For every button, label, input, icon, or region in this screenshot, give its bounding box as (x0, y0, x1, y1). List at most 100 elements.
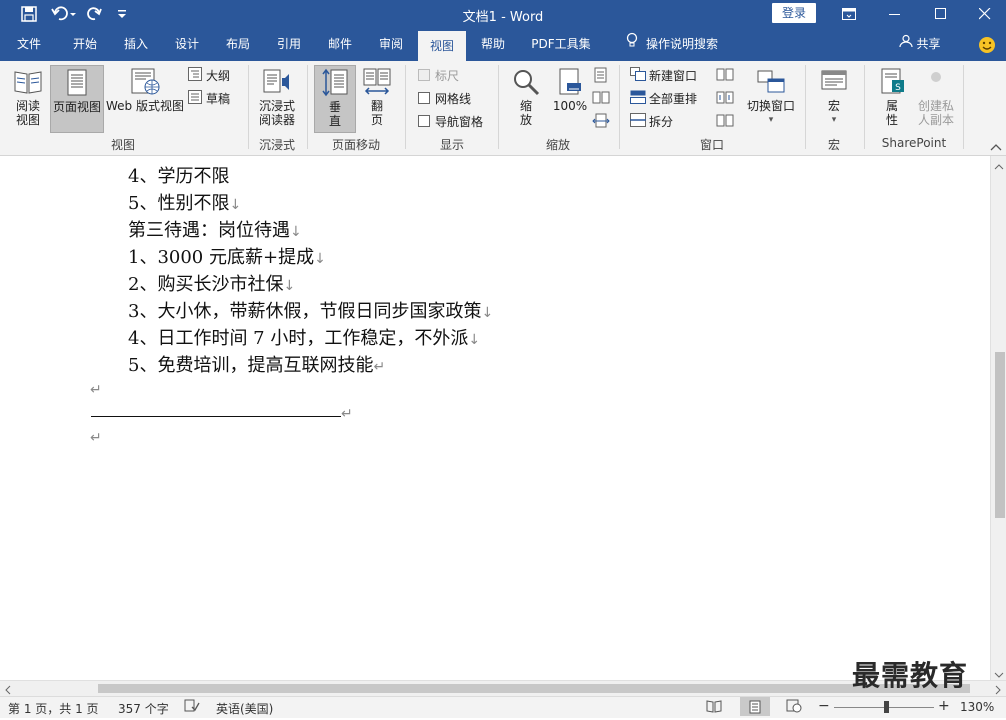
new-window-button[interactable]: 新建窗口 (630, 65, 697, 85)
paragraph-mark: ↵ (90, 430, 102, 446)
tab-mailings[interactable]: 邮件 (317, 28, 363, 61)
reset-window-position-button[interactable] (716, 111, 734, 131)
draft-button[interactable]: 草稿 (188, 88, 230, 108)
group-label-immersive: 沉浸式 (258, 138, 295, 152)
group-label-views: 视图 (110, 138, 135, 152)
vertical-page-movement-button[interactable]: 垂 直 (314, 65, 356, 133)
read-mode-button[interactable]: 阅读 视图 (8, 65, 48, 131)
switch-windows-button[interactable]: 切换窗口 ▾ (744, 65, 798, 131)
vertical-scrollbar[interactable] (990, 156, 1006, 680)
new-window-icon (630, 66, 646, 84)
tab-insert[interactable]: 插入 (113, 28, 159, 61)
view-side-by-side-button[interactable] (716, 65, 734, 85)
collapse-ribbon-icon[interactable] (990, 141, 1002, 155)
outline-button[interactable]: 大纲 (188, 65, 230, 85)
tab-help[interactable]: 帮助 (470, 28, 516, 61)
web-layout-button[interactable]: Web 版式视图 (104, 65, 186, 131)
sync-scroll-button[interactable] (716, 88, 734, 108)
share-label: 共享 (916, 37, 941, 51)
tab-review[interactable]: 审阅 (368, 28, 414, 61)
create-private-copy-button[interactable]: 创建私 人副本 (914, 65, 958, 131)
doc-line: 4、日工作时间 7 小时，工作稳定，不外派↓ (128, 328, 481, 349)
macros-icon (821, 70, 847, 90)
tab-file[interactable]: 文件 (6, 28, 52, 61)
doc-line: 2、购买长沙市社保↓ (128, 274, 296, 295)
tab-design[interactable]: 设计 (164, 28, 210, 61)
one-page-icon (594, 67, 607, 83)
tab-references[interactable]: 引用 (266, 28, 312, 61)
document-canvas[interactable]: 4、学历不限 5、性别不限↓ 第三待遇：岗位待遇↓ 1、3000 元底薪+提成↓… (0, 156, 990, 680)
smiley-icon[interactable] (972, 28, 1002, 61)
tab-pdf-tools[interactable]: PDF工具集 (524, 28, 598, 61)
web-layout-icon (131, 68, 160, 95)
immersive-reader-button[interactable]: 沉浸式 阅读器 (254, 65, 300, 131)
print-layout-button[interactable]: 页面视图 (50, 65, 104, 133)
tell-me-label: 操作说明搜索 (645, 37, 718, 51)
side-to-side-icon (363, 68, 391, 95)
immersive-reader-icon (263, 69, 289, 93)
arrange-all-button[interactable]: 全部重排 (630, 88, 697, 108)
one-page-button[interactable] (594, 65, 608, 85)
split-icon (630, 112, 646, 130)
ribbon: 阅读 视图 页面视图 Web 版式视图 大纲 草稿 视图 沉浸式 阅读器 沉浸式… (0, 61, 1006, 156)
web-layout-status-icon[interactable] (786, 699, 802, 716)
scroll-up-icon[interactable] (994, 160, 1004, 174)
doc-line: 3、大小休，带薪休假，节假日同步国家政策↓ (128, 301, 494, 322)
properties-button[interactable]: S 属 性 (872, 65, 912, 131)
group-label-window: 窗口 (699, 138, 724, 152)
proofing-icon[interactable] (184, 699, 200, 716)
word-count[interactable]: 357 个字 (118, 700, 169, 717)
group-separator (864, 65, 865, 149)
split-button[interactable]: 拆分 (630, 111, 673, 131)
tell-me-search[interactable]: 操作说明搜索 (616, 28, 728, 61)
multiple-pages-icon (592, 91, 610, 104)
zoom-100-button[interactable]: 100% (550, 65, 590, 131)
group-separator (498, 65, 499, 149)
arrange-all-icon (630, 90, 646, 107)
paragraph-mark: ↵ (90, 382, 102, 398)
nav-pane-checkbox[interactable]: 导航窗格 (418, 111, 483, 131)
doc-line: 5、性别不限↓ (128, 193, 242, 214)
read-mode-icon (14, 71, 42, 94)
share-button[interactable]: 共享 (894, 28, 946, 61)
page-width-button[interactable] (592, 111, 610, 131)
doc-line: 第三待遇：岗位待遇↓ (128, 220, 302, 241)
language-indicator[interactable]: 英语(美国) (216, 700, 273, 717)
minimize-icon[interactable] (872, 0, 918, 28)
horizontal-scroll-thumb[interactable] (98, 684, 970, 693)
print-layout-icon (67, 69, 87, 96)
page-width-icon (592, 113, 610, 128)
paragraph-mark: ↵ (341, 406, 353, 422)
zoom-slider-thumb[interactable] (884, 701, 889, 713)
zoom-out-icon[interactable]: − (818, 698, 830, 714)
login-button[interactable]: 登录 (772, 3, 816, 23)
tab-view[interactable]: 视图 (418, 31, 466, 61)
read-mode-status-icon[interactable] (706, 699, 722, 716)
page-count[interactable]: 第 1 页，共 1 页 (8, 700, 99, 717)
ruler-checkbox-box (418, 69, 430, 81)
zoom-button[interactable]: 缩 放 (506, 65, 546, 131)
zoom-100-icon (559, 68, 581, 95)
macros-button[interactable]: 宏 ▾ (814, 65, 854, 131)
doc-line: 5、免费培训，提高互联网技能↵ (128, 355, 386, 376)
vertical-icon (322, 68, 348, 97)
switch-windows-icon (757, 70, 785, 93)
tab-home[interactable]: 开始 (62, 28, 108, 61)
maximize-icon[interactable] (918, 0, 964, 28)
zoom-level[interactable]: 130% (960, 700, 994, 714)
zoom-in-icon[interactable]: + (938, 698, 950, 714)
ruler-checkbox[interactable]: 标尺 (418, 65, 459, 85)
private-copy-icon (931, 72, 941, 82)
group-label-show: 显示 (439, 138, 464, 152)
side-to-side-button[interactable]: 翻 页 (358, 65, 396, 131)
nav-pane-checkbox-box (418, 115, 430, 127)
multiple-pages-button[interactable] (592, 88, 610, 108)
title-bar: 文档1 - Word 登录 (0, 0, 1006, 28)
group-label-sharepoint: SharePoint (881, 136, 947, 150)
close-icon[interactable] (962, 0, 1006, 28)
print-layout-status-icon[interactable] (740, 697, 770, 716)
tab-layout[interactable]: 布局 (215, 28, 261, 61)
vertical-scroll-thumb[interactable] (995, 352, 1005, 518)
ribbon-display-options-icon[interactable] (826, 0, 872, 28)
gridlines-checkbox[interactable]: 网格线 (418, 88, 471, 108)
